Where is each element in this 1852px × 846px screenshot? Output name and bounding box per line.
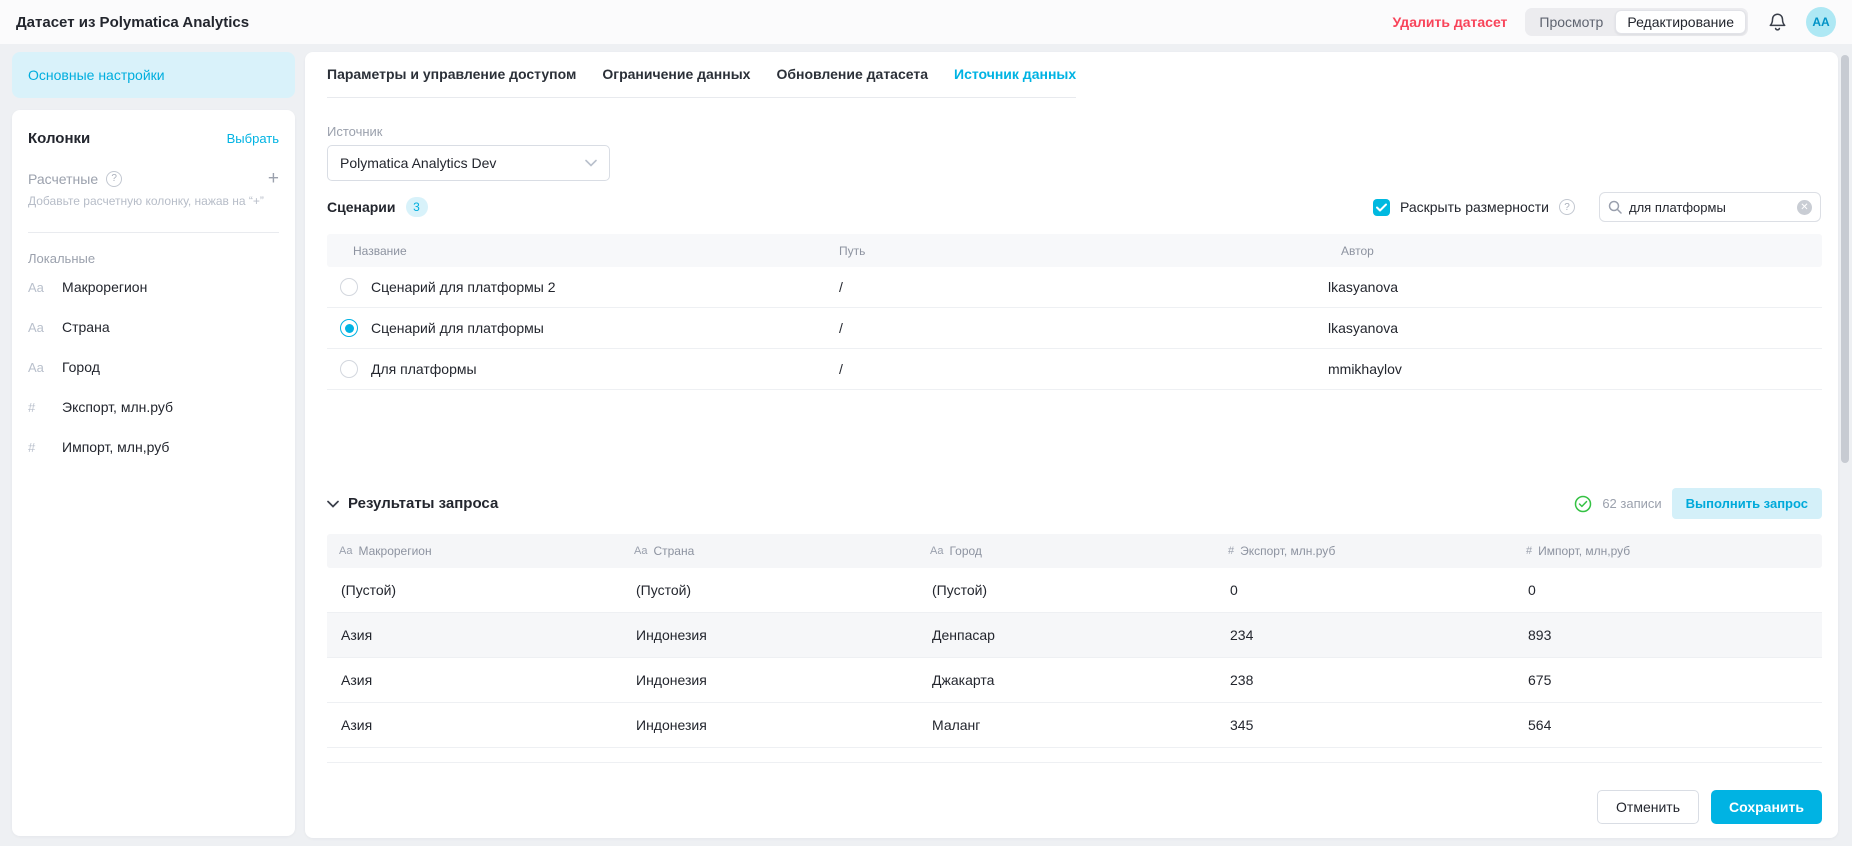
expand-dimensions-checkbox[interactable]: [1373, 199, 1390, 216]
column-item-import[interactable]: # Импорт, млн,руб: [28, 428, 279, 466]
table-row: Азия Индонезия Джакарта 238 675: [327, 658, 1822, 703]
check-circle-icon: [1574, 495, 1592, 513]
source-field: Источник Polymatica Analytics Dev: [327, 124, 610, 181]
text-type-icon: Aa: [28, 360, 48, 375]
vertical-scrollbar[interactable]: [1841, 55, 1849, 463]
table-row: (Пустой) (Пустой) (Пустой) 0 0: [327, 568, 1822, 613]
scenarios-table-header: Название Путь Автор: [327, 234, 1822, 267]
text-type-icon: Aa: [28, 320, 48, 335]
columns-panel-title: Колонки: [28, 130, 90, 147]
tab-dataset-update[interactable]: Обновление датасета: [776, 66, 928, 82]
results-collapse-toggle[interactable]: Результаты запроса: [327, 495, 498, 512]
column-item-macroregion[interactable]: Aa Макрорегион: [28, 268, 279, 306]
scenarios-title: Сценарии: [327, 199, 396, 215]
table-row: Азия Индонезия Маланг 345 564: [327, 703, 1822, 748]
column-item-city[interactable]: Aa Город: [28, 348, 279, 386]
col-header-path: Путь: [839, 244, 1341, 258]
topbar-actions: Удалить датасет Просмотр Редактирование …: [1392, 7, 1836, 37]
tab-data-source[interactable]: Источник данных: [954, 66, 1076, 82]
table-row: Азия Индонезия Денпасар 234 893: [327, 613, 1822, 658]
scenario-row[interactable]: Для платформы / mmikhaylov: [327, 349, 1822, 390]
run-query-button[interactable]: Выполнить запрос: [1672, 488, 1822, 519]
results-table: AaМакрорегион AaСтрана AaГород #Экспорт,…: [327, 534, 1822, 763]
number-type-icon: #: [1228, 545, 1234, 557]
text-type-icon: Aa: [634, 545, 647, 557]
tab-parameters-access[interactable]: Параметры и управление доступом: [327, 66, 576, 82]
tab-bar: Параметры и управление доступом Ограниче…: [327, 66, 1076, 98]
table-row-clipped: [327, 748, 1822, 763]
column-item-country[interactable]: Aa Страна: [28, 308, 279, 346]
results-table-header: AaМакрорегион AaСтрана AaГород #Экспорт,…: [327, 534, 1822, 568]
help-icon[interactable]: ?: [1559, 199, 1575, 215]
clear-search-icon[interactable]: ✕: [1797, 200, 1812, 215]
radio-unselected-icon[interactable]: [340, 278, 358, 296]
number-type-icon: #: [28, 400, 48, 415]
save-button[interactable]: Сохранить: [1711, 790, 1822, 824]
local-columns-label: Локальные: [28, 251, 279, 266]
delete-dataset-button[interactable]: Удалить датасет: [1392, 14, 1507, 30]
results-title: Результаты запроса: [348, 495, 498, 512]
col-header-name: Название: [353, 244, 839, 258]
page-title: Датасет из Polymatica Analytics: [16, 14, 249, 31]
sidebar-item-main-settings[interactable]: Основные настройки: [12, 52, 295, 98]
main-panel: Параметры и управление доступом Ограниче…: [305, 52, 1838, 838]
source-select-value: Polymatica Analytics Dev: [340, 155, 496, 171]
calculated-columns-hint: Добавьте расчетную колонку, нажав на “+”: [28, 194, 279, 208]
chevron-down-icon: [327, 500, 339, 508]
mode-view-button[interactable]: Просмотр: [1527, 10, 1615, 34]
scenarios-table: Название Путь Автор Сценарий для платфор…: [327, 234, 1822, 390]
radio-unselected-icon[interactable]: [340, 360, 358, 378]
source-label: Источник: [327, 124, 610, 139]
expand-dimensions-label: Раскрыть размерности: [1400, 199, 1549, 215]
text-type-icon: Aa: [28, 280, 48, 295]
records-count: 62 записи: [1602, 496, 1661, 511]
divider: [28, 232, 279, 233]
mode-edit-button[interactable]: Редактирование: [1615, 10, 1746, 34]
text-type-icon: Aa: [339, 545, 352, 557]
calculated-columns-label: Расчетные: [28, 171, 98, 187]
footer-actions: Отменить Сохранить: [1597, 790, 1822, 824]
top-bar: Датасет из Polymatica Analytics Удалить …: [0, 0, 1852, 44]
chevron-down-icon: [585, 159, 597, 167]
sidebar-item-label: Основные настройки: [28, 67, 165, 83]
tab-data-restriction[interactable]: Ограничение данных: [602, 66, 750, 82]
scenarios-header-row: Сценарии 3 Раскрыть размерности ? ✕: [327, 192, 1821, 222]
cancel-button[interactable]: Отменить: [1597, 790, 1699, 824]
search-icon: [1608, 200, 1622, 214]
number-type-icon: #: [28, 440, 48, 455]
columns-panel: Колонки Выбрать Расчетные ? + Добавьте р…: [12, 110, 295, 836]
col-header-author: Автор: [1341, 244, 1822, 258]
choose-columns-button[interactable]: Выбрать: [227, 131, 279, 146]
mode-switch: Просмотр Редактирование: [1525, 8, 1748, 36]
scenarios-count-badge: 3: [406, 197, 428, 217]
radio-selected-icon[interactable]: [340, 319, 358, 337]
results-header-row: Результаты запроса 62 записи Выполнить з…: [327, 488, 1822, 519]
user-avatar[interactable]: AA: [1806, 7, 1836, 37]
text-type-icon: Aa: [930, 545, 943, 557]
number-type-icon: #: [1526, 545, 1532, 557]
notifications-bell-icon[interactable]: [1766, 11, 1788, 33]
source-select[interactable]: Polymatica Analytics Dev: [327, 145, 610, 181]
search-input[interactable]: [1629, 200, 1790, 215]
scenario-row-selected[interactable]: Сценарий для платформы / lkasyanova: [327, 308, 1822, 349]
column-item-export[interactable]: # Экспорт, млн.руб: [28, 388, 279, 426]
scenario-row[interactable]: Сценарий для платформы 2 / lkasyanova: [327, 267, 1822, 308]
help-icon[interactable]: ?: [106, 171, 122, 187]
scenario-search: ✕: [1599, 192, 1821, 222]
add-calculated-column-button[interactable]: +: [268, 169, 279, 188]
